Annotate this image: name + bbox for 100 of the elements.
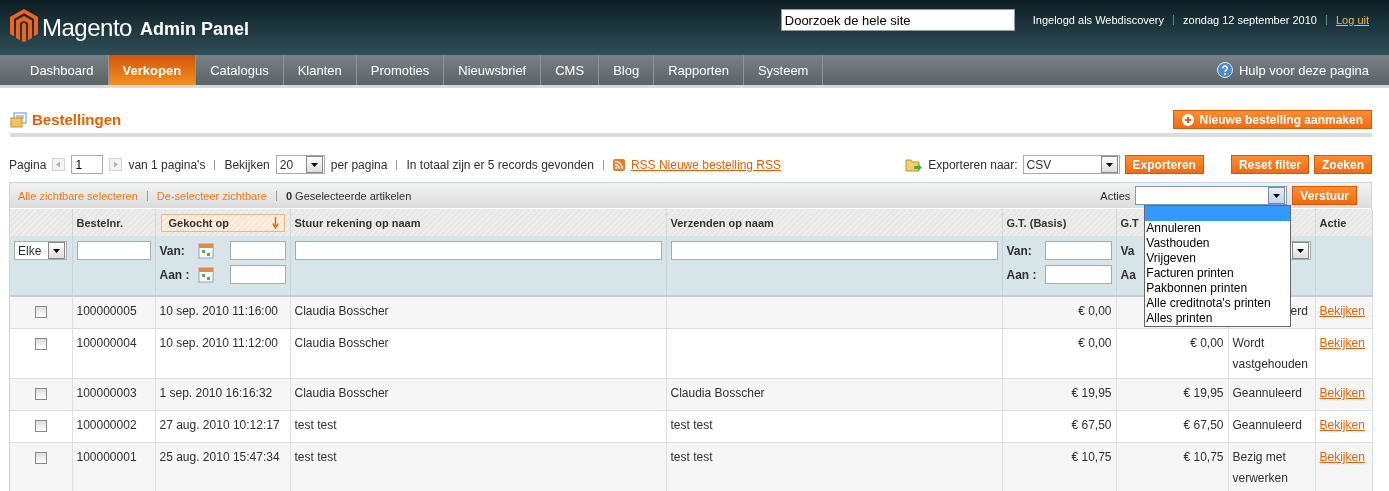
- logo-text: Magento: [42, 14, 132, 42]
- from-label: Van:: [159, 243, 186, 258]
- table-cell: 100000003: [72, 378, 155, 411]
- from-label: Van:: [1006, 243, 1033, 258]
- pager-label: Pagina: [9, 157, 47, 172]
- dropdown-option[interactable]: Annuleren: [1145, 221, 1291, 236]
- export-button[interactable]: Exporteren: [1124, 155, 1204, 174]
- nav-tab[interactable]: Catalogus: [196, 55, 284, 85]
- submit-button[interactable]: Verstuur: [1292, 186, 1357, 205]
- table-cell: 25 aug. 2010 15:47:34: [155, 442, 290, 491]
- nav-tab[interactable]: CMS: [541, 55, 600, 85]
- table-cell: 100000002: [72, 410, 155, 443]
- dropdown-option[interactable]: Vasthouden: [1145, 236, 1291, 251]
- page-title: Bestellingen: [32, 111, 122, 128]
- row-checkbox[interactable]: [34, 338, 47, 350]
- column-header[interactable]: Actie: [1315, 209, 1372, 236]
- dropdown-option[interactable]: Vrijgeven: [1145, 251, 1291, 266]
- filter-field[interactable]: [76, 241, 151, 260]
- page-count: van 1 pagina's: [128, 157, 206, 172]
- nav-tab[interactable]: Nieuwsbrief: [444, 55, 542, 85]
- table-cell: Claudia Bosscher: [290, 378, 666, 411]
- filter-select[interactable]: Elke: [14, 241, 67, 260]
- export-icon: [905, 156, 924, 173]
- to-field[interactable]: [229, 265, 286, 284]
- nav-tab[interactable]: Systeem: [743, 55, 824, 85]
- plus-icon: [1181, 113, 1194, 126]
- logo-subtitle: Admin Panel: [139, 18, 249, 41]
- search-field[interactable]: Doorzoek de hele site: [780, 9, 1015, 31]
- column-header[interactable]: Verzenden op naam: [666, 209, 1002, 236]
- calendar-icon[interactable]: [197, 266, 214, 283]
- table-cell: Geannuleerd: [1228, 378, 1315, 411]
- column-header[interactable]: Stuur rekening op naam: [290, 209, 666, 236]
- table-cell: € 67,50: [1002, 410, 1116, 443]
- table-cell: € 0,00: [1002, 328, 1116, 379]
- export-label: Exporteren naar:: [928, 157, 1018, 172]
- table-cell: test test: [666, 442, 1002, 491]
- table-cell: 100000004: [72, 328, 155, 379]
- nav-tab[interactable]: Blog: [599, 55, 655, 85]
- rss-link[interactable]: RSS Nieuwe bestelling RSS: [630, 157, 781, 172]
- actions-label: Acties: [1100, 189, 1131, 202]
- table-cell: € 19,95: [1116, 378, 1228, 411]
- view-link[interactable]: Bekijken: [1319, 336, 1365, 350]
- per-page-select[interactable]: 20: [275, 155, 325, 174]
- logout-link[interactable]: Log uit: [1335, 14, 1369, 26]
- column-header[interactable]: Bestelnr.: [72, 209, 155, 236]
- search-button[interactable]: Zoeken: [1314, 155, 1372, 174]
- table-cell: Geannuleerd: [1228, 410, 1315, 443]
- date-text: zondag 12 september 2010: [1183, 14, 1317, 26]
- column-header[interactable]: Gekocht op: [155, 209, 290, 236]
- table-cell: Claudia Bosscher: [666, 378, 1002, 411]
- row-checkbox[interactable]: [34, 420, 47, 432]
- table-cell: 10 sep. 2010 11:16:00: [155, 296, 290, 329]
- records-total: In totaal zijn er 5 records gevonden: [406, 157, 594, 172]
- sort-arrow-icon: [271, 216, 279, 229]
- user-info: Ingelogd als Webdiscovery: [1032, 14, 1165, 26]
- filter-field[interactable]: [670, 241, 998, 260]
- table-cell: € 19,95: [1002, 378, 1116, 411]
- nav-tab[interactable]: Rapporten: [654, 55, 744, 85]
- new-order-button[interactable]: Nieuwe bestelling aanmaken: [1172, 110, 1372, 129]
- help-link[interactable]: Hulp voor deze pagina: [1238, 62, 1369, 78]
- to-label: Aan :: [1006, 267, 1038, 282]
- table-cell: € 67,50: [1116, 410, 1228, 443]
- column-header[interactable]: G.T. (Basis): [1002, 209, 1116, 236]
- table-cell: Claudia Bosscher: [290, 296, 666, 329]
- table-cell: € 0,00: [1116, 328, 1228, 379]
- row-checkbox[interactable]: [34, 306, 47, 318]
- export-format-select[interactable]: CSV: [1022, 155, 1120, 174]
- previous-page-icon[interactable]: [52, 158, 66, 171]
- dropdown-option[interactable]: Facturen printen: [1145, 266, 1291, 281]
- next-page-icon[interactable]: [109, 158, 123, 171]
- nav-tab[interactable]: Verkopen: [108, 55, 197, 85]
- per-page-label: per pagina: [330, 157, 388, 172]
- dropdown-option[interactable]: Pakbonnen printen: [1145, 281, 1291, 296]
- page-field[interactable]: 1: [71, 155, 104, 174]
- to-field[interactable]: [1044, 265, 1112, 284]
- from-field[interactable]: [229, 241, 286, 260]
- reset-filter-button[interactable]: Reset filter: [1230, 155, 1309, 174]
- nav-tab[interactable]: Dashboard: [16, 55, 109, 85]
- row-checkbox[interactable]: [34, 388, 47, 400]
- table-cell: test test: [666, 410, 1002, 443]
- table-cell: test test: [290, 442, 666, 491]
- table-cell: € 10,75: [1116, 442, 1228, 491]
- calendar-icon[interactable]: [197, 242, 214, 259]
- view-link[interactable]: Bekijken: [1319, 418, 1365, 432]
- from-field[interactable]: [1044, 241, 1112, 260]
- table-cell: Wordt vastgehouden: [1228, 328, 1315, 379]
- orders-icon: [10, 111, 27, 128]
- logo-icon: [10, 9, 38, 42]
- table-cell: 1 sep. 2010 16:16:32: [155, 378, 290, 411]
- table-cell: € 0,00: [1002, 296, 1116, 329]
- nav-tab[interactable]: Promoties: [356, 55, 445, 85]
- to-label: Aan :: [159, 267, 191, 282]
- table-cell: € 10,75: [1002, 442, 1116, 491]
- nav-tab[interactable]: Klanten: [283, 55, 357, 85]
- filter-field[interactable]: [294, 241, 662, 260]
- help-icon[interactable]: [1216, 62, 1233, 78]
- table-cell: 100000001: [72, 442, 155, 491]
- table-cell: 100000005: [72, 296, 155, 329]
- table-cell: 27 aug. 2010 10:12:17: [155, 410, 290, 443]
- row-checkbox[interactable]: [34, 452, 47, 464]
